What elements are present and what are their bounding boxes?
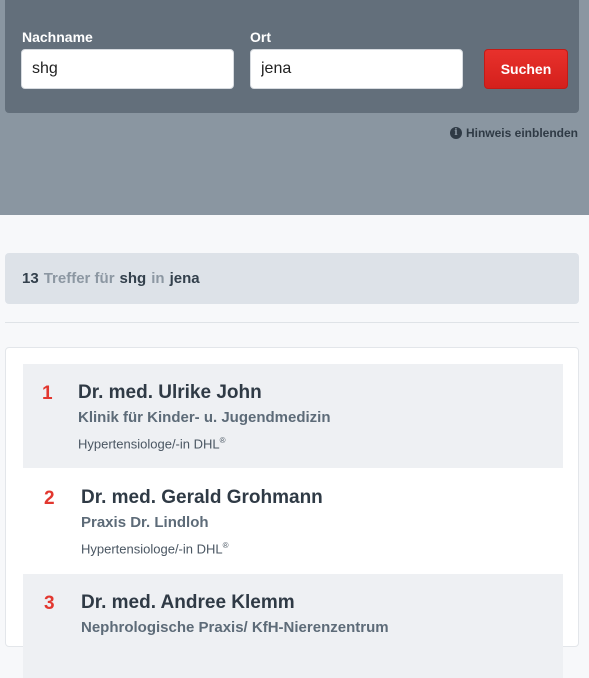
result-specialty-text: Hypertensiologe/-in DHL	[78, 436, 220, 452]
result-item[interactable]: 2 Dr. med. Gerald Grohmann Praxis Dr. Li…	[23, 469, 563, 573]
result-name-link[interactable]: Dr. med. Gerald Grohmann	[81, 487, 323, 509]
lastname-label: Nachname	[22, 29, 93, 45]
result-specialty: Hypertensiologe/-in DHL®	[81, 541, 229, 556]
divider	[5, 322, 579, 323]
hint-label: Hinweis einblenden	[465, 126, 578, 140]
results-summary: 13 Treffer für shg in jena	[5, 253, 579, 304]
search-panel: Nachname Ort Suchen	[5, 0, 579, 113]
registered-mark: ®	[219, 436, 226, 445]
summary-query: shg	[119, 270, 147, 287]
results-list: 1 Dr. med. Ulrike John Klinik für Kinder…	[5, 347, 579, 678]
summary-text-in: in	[151, 270, 165, 287]
result-specialty-text: Hypertensiologe/-in DHL	[81, 541, 223, 557]
result-count: 13	[22, 270, 39, 287]
result-practice: Nephrologische Praxis/ KfH-Nierenzentrum	[81, 619, 389, 636]
hint-toggle-link[interactable]: i Hinweis einblenden	[449, 126, 578, 140]
result-number: 1	[42, 383, 53, 404]
search-button[interactable]: Suchen	[484, 49, 568, 89]
result-item[interactable]: 3 Dr. med. Andree Klemm Nephrologische P…	[23, 574, 563, 678]
summary-text-for: Treffer für	[43, 270, 115, 287]
registered-mark: ®	[222, 541, 229, 550]
info-icon: i	[449, 127, 462, 139]
header-background: Nachname Ort Suchen i Hinweis einblenden	[0, 0, 589, 215]
result-practice: Praxis Dr. Lindloh	[81, 514, 209, 531]
result-practice: Klinik für Kinder- u. Jugendmedizin	[78, 409, 331, 426]
result-number: 2	[44, 488, 55, 509]
city-input[interactable]	[250, 49, 463, 89]
result-item[interactable]: 1 Dr. med. Ulrike John Klinik für Kinder…	[23, 364, 563, 468]
summary-city: jena	[169, 270, 200, 287]
result-number: 3	[44, 593, 55, 614]
result-name-link[interactable]: Dr. med. Ulrike John	[78, 382, 262, 404]
city-label: Ort	[250, 29, 271, 45]
result-specialty: Hypertensiologe/-in DHL®	[78, 436, 226, 451]
lastname-input[interactable]	[21, 49, 234, 89]
result-name-link[interactable]: Dr. med. Andree Klemm	[81, 592, 295, 614]
